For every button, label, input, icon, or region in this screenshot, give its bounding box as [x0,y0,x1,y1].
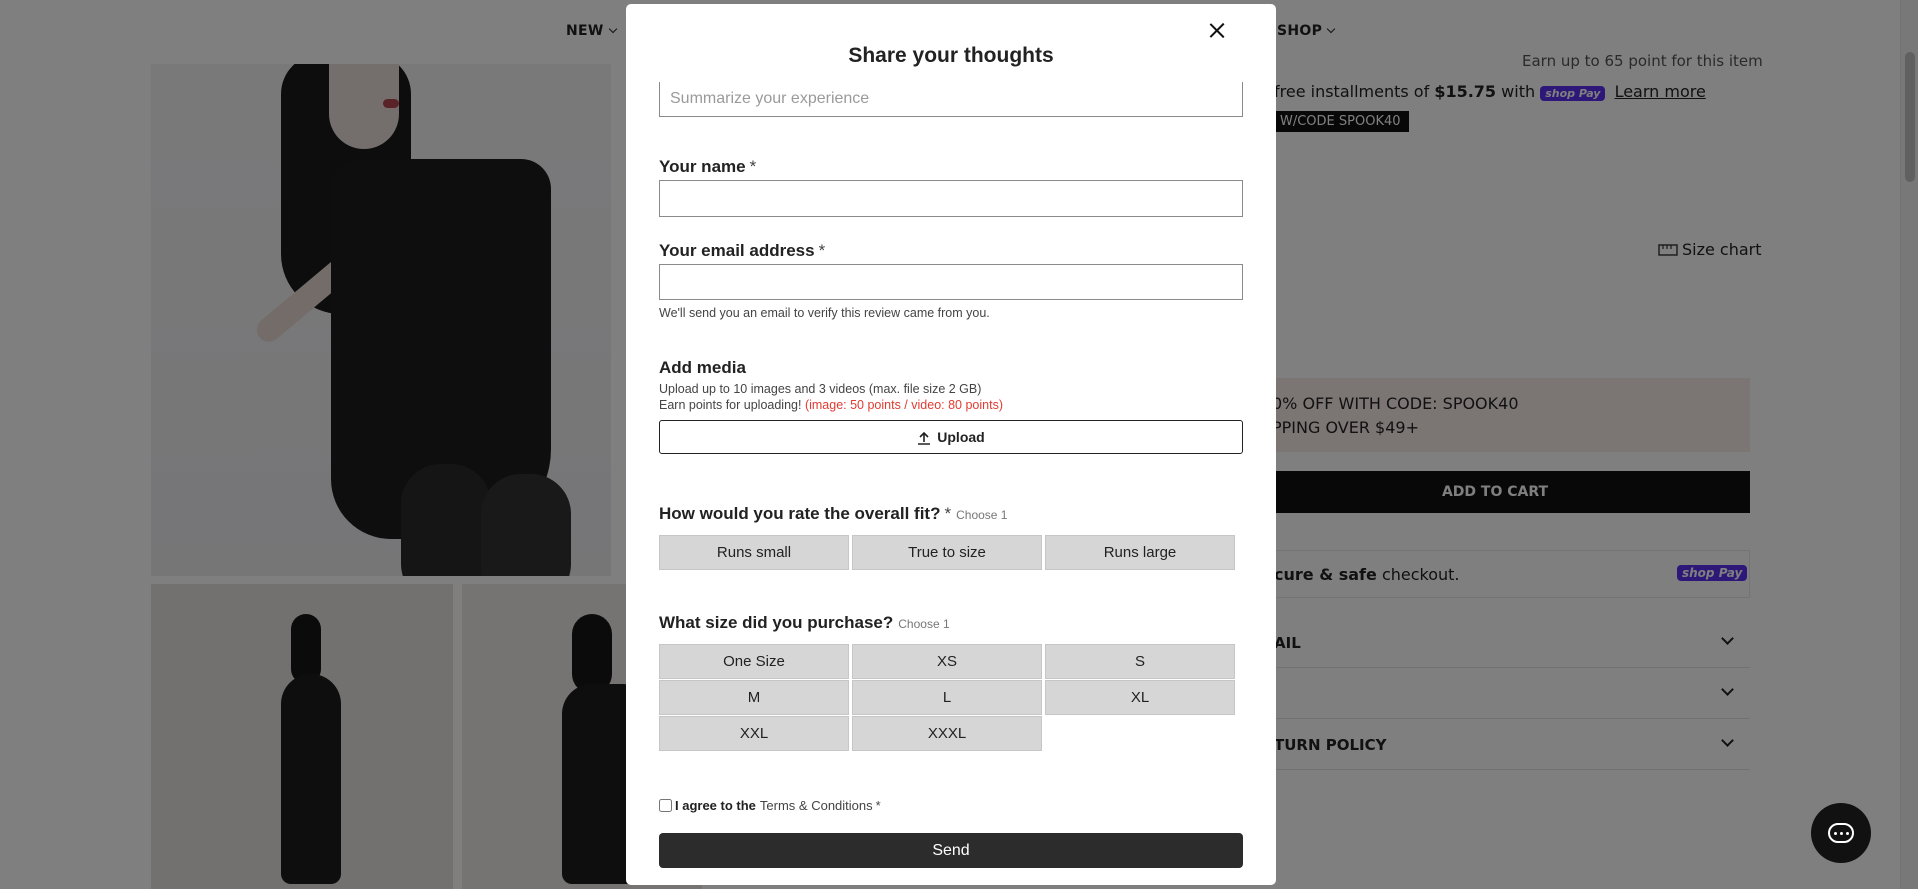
size-option-s[interactable]: S [1045,644,1235,679]
modal-title: Share your thoughts [848,44,1054,67]
email-label: Your email address * [659,241,825,261]
upload-label: Upload [937,429,985,445]
terms-agreement: I agree to the Terms & Conditions * [659,798,881,813]
fit-question-text: How would you rate the overall fit? [659,504,941,523]
summary-input[interactable] [659,82,1243,117]
required-mark: * [875,798,881,813]
fit-option-true-to-size[interactable]: True to size [852,535,1042,570]
size-option-one-size[interactable]: One Size [659,644,849,679]
size-question-text: What size did you purchase? [659,613,894,632]
email-input[interactable] [659,264,1243,300]
email-note: We'll send you an email to verify this r… [659,306,990,320]
agree-prefix: I agree to the [675,798,756,813]
upload-button[interactable]: Upload [659,420,1243,454]
size-question: What size did you purchase? Choose 1 [659,613,950,633]
required-mark: * [944,504,952,523]
media-note: Upload up to 10 images and 3 videos (max… [659,382,982,396]
size-option-xs[interactable]: XS [852,644,1042,679]
name-input[interactable] [659,180,1243,217]
chat-icon [1828,823,1854,843]
terms-link[interactable]: Terms & Conditions [760,798,873,813]
fit-option-runs-large[interactable]: Runs large [1045,535,1235,570]
fit-question: How would you rate the overall fit? * Choo… [659,504,1007,524]
chat-button[interactable] [1811,803,1871,863]
terms-checkbox[interactable] [659,799,672,812]
size-option-xl[interactable]: XL [1045,680,1235,715]
choose-hint: Choose 1 [898,617,950,631]
required-mark: * [818,241,826,260]
review-modal: Share your thoughts Your name* Your emai… [626,4,1276,885]
media-label: Add media [659,358,746,377]
size-option-l[interactable]: L [852,680,1042,715]
name-label: Your name * [659,157,756,177]
size-option-m[interactable]: M [659,680,849,715]
fit-option-runs-small[interactable]: Runs small [659,535,849,570]
choose-hint: Choose 1 [956,508,1008,522]
size-option-xxl[interactable]: XXL [659,716,849,751]
upload-icon [918,431,931,445]
name-label-text: Your name [659,157,746,176]
email-label-text: Your email address [659,241,815,260]
close-icon[interactable] [1204,18,1230,44]
size-option-xxxl[interactable]: XXXL [852,716,1042,751]
media-points-note: Earn points for uploading! (image: 50 po… [659,398,1003,412]
required-mark: * [749,157,757,176]
media-points-prefix: Earn points for uploading! [659,398,802,412]
send-button[interactable]: Send [659,833,1243,868]
media-points-values: (image: 50 points / video: 80 points) [804,398,1003,412]
